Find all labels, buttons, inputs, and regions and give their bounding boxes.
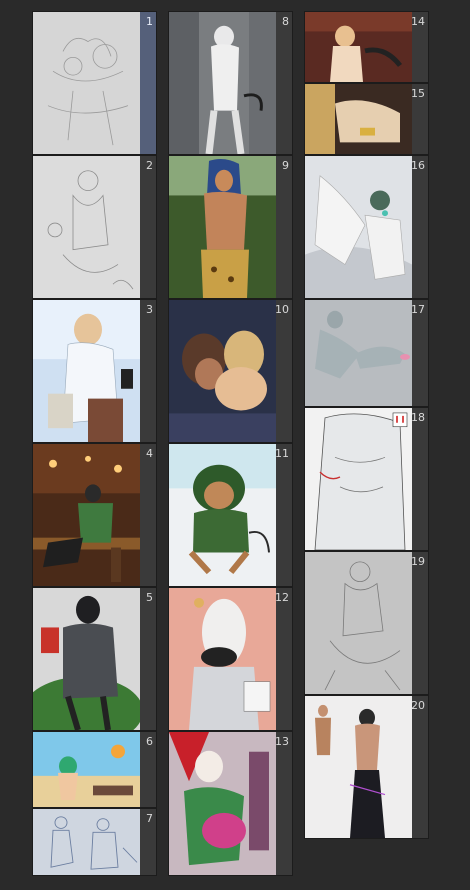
page-number: 18 xyxy=(411,411,425,424)
page-thumbnail-20[interactable]: 20 xyxy=(304,695,429,839)
thumbnail-image xyxy=(169,732,276,875)
page-thumbnail-grid: 1 2 3 4 5 6 7 8 9 10 11 12 13 14 15 16 1… xyxy=(0,0,470,890)
thumbnail-image xyxy=(33,300,140,442)
page-thumbnail-12[interactable]: 12 xyxy=(168,587,293,731)
page-thumbnail-16[interactable]: 16 xyxy=(304,155,429,299)
page-number: 6 xyxy=(146,735,153,748)
page-thumbnail-7[interactable]: 7 xyxy=(32,808,157,876)
thumbnail-image xyxy=(169,156,276,298)
page-number: 17 xyxy=(411,303,425,316)
page-number: 11 xyxy=(275,447,289,460)
page-number: 20 xyxy=(411,699,425,712)
page-thumbnail-18[interactable]: 18 xyxy=(304,407,429,551)
page-number: 2 xyxy=(146,159,153,172)
page-thumbnail-9[interactable]: 9 xyxy=(168,155,293,299)
thumbnail-image xyxy=(33,12,140,154)
thumbnail-image xyxy=(305,408,412,550)
thumbnail-image xyxy=(33,156,140,298)
thumbnail-image xyxy=(33,588,140,730)
page-number: 9 xyxy=(282,159,289,172)
page-number: 12 xyxy=(275,591,289,604)
page-number: 3 xyxy=(146,303,153,316)
thumbnail-image xyxy=(305,84,412,154)
thumbnail-image xyxy=(305,552,412,694)
thumbnail-image xyxy=(305,696,412,838)
page-number: 13 xyxy=(275,735,289,748)
page-number: 8 xyxy=(282,15,289,28)
page-number: 19 xyxy=(411,555,425,568)
page-thumbnail-8[interactable]: 8 xyxy=(168,11,293,155)
page-thumbnail-5[interactable]: 5 xyxy=(32,587,157,731)
thumbnail-image xyxy=(33,444,140,586)
thumbnail-image xyxy=(305,156,412,298)
thumbnail-image xyxy=(169,12,276,154)
page-thumbnail-11[interactable]: 11 xyxy=(168,443,293,587)
page-thumbnail-6[interactable]: 6 xyxy=(32,731,157,808)
page-thumbnail-4[interactable]: 4 xyxy=(32,443,157,587)
thumbnail-image xyxy=(169,300,276,442)
page-number: 5 xyxy=(146,591,153,604)
thumbnail-image xyxy=(33,732,140,807)
page-number: 7 xyxy=(146,812,153,825)
page-number: 14 xyxy=(411,15,425,28)
page-number: 1 xyxy=(146,15,153,28)
page-thumbnail-13[interactable]: 13 xyxy=(168,731,293,876)
page-thumbnail-2[interactable]: 2 xyxy=(32,155,157,299)
page-thumbnail-17[interactable]: 17 xyxy=(304,299,429,407)
page-thumbnail-10[interactable]: 10 xyxy=(168,299,293,443)
page-thumbnail-3[interactable]: 3 xyxy=(32,299,157,443)
page-thumbnail-1[interactable]: 1 xyxy=(32,11,157,155)
page-number: 16 xyxy=(411,159,425,172)
page-thumbnail-15[interactable]: 15 xyxy=(304,83,429,155)
page-thumbnail-19[interactable]: 19 xyxy=(304,551,429,695)
thumbnail-image xyxy=(305,300,412,406)
page-number: 15 xyxy=(411,87,425,100)
page-number: 10 xyxy=(275,303,289,316)
thumbnail-image xyxy=(33,809,140,875)
thumbnail-image xyxy=(169,588,276,730)
thumbnail-image xyxy=(169,444,276,586)
page-number: 4 xyxy=(146,447,153,460)
page-thumbnail-14[interactable]: 14 xyxy=(304,11,429,83)
thumbnail-image xyxy=(305,12,412,82)
